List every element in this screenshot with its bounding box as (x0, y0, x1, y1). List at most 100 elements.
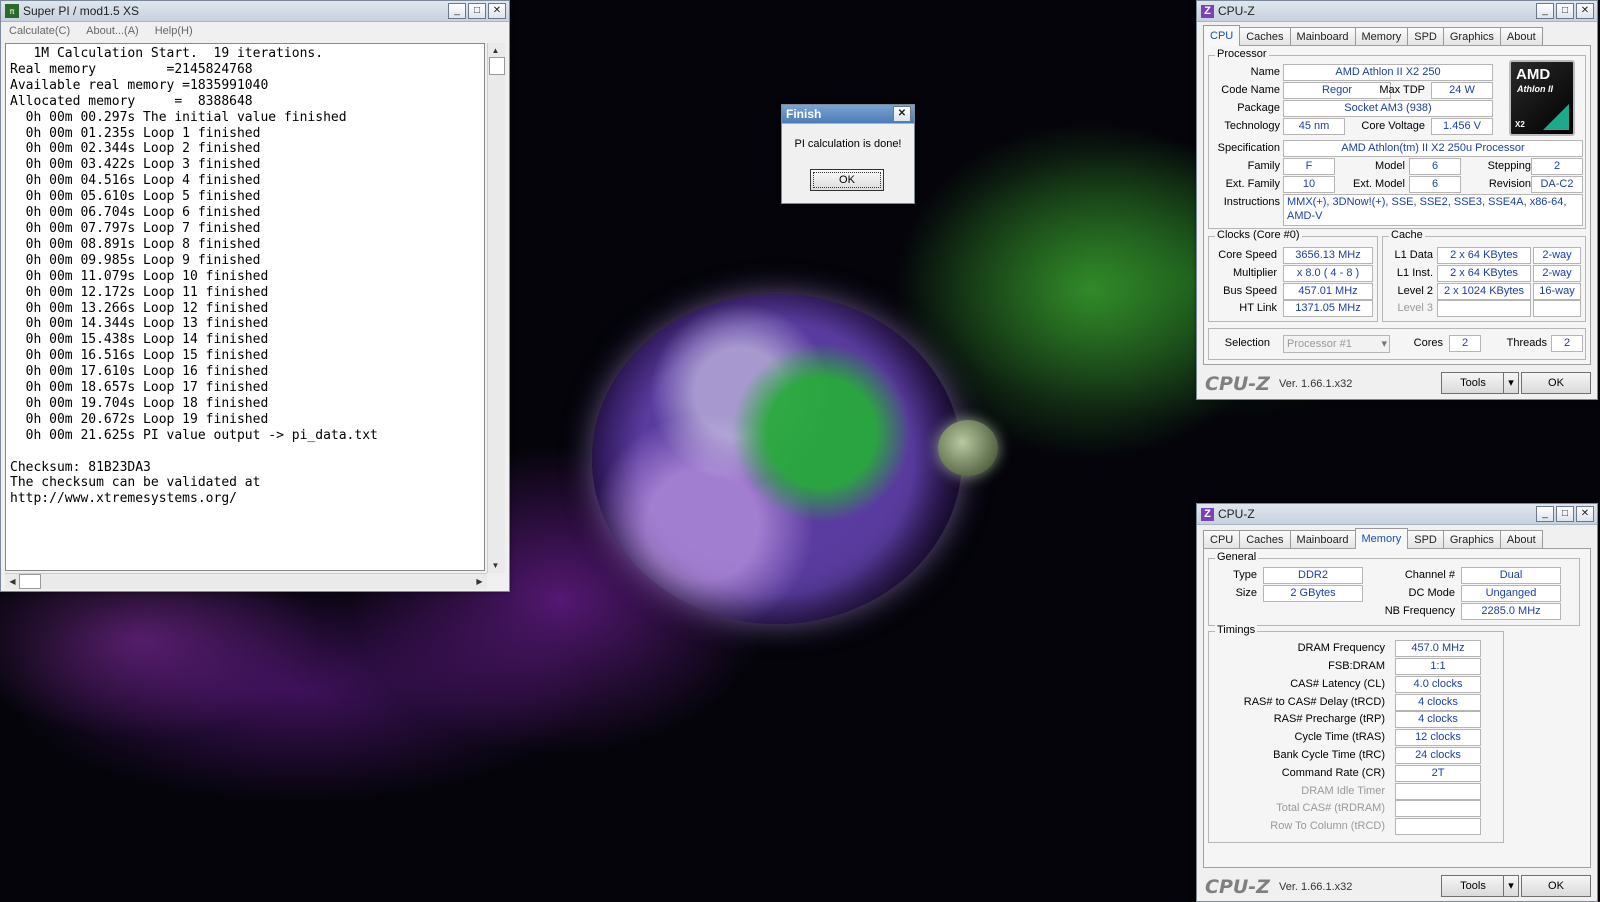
maximize-button[interactable]: □ (1556, 506, 1574, 522)
cpuz-titlebar[interactable]: Z CPU-Z _ □ ✕ (1197, 504, 1597, 525)
scroll-left-icon[interactable]: ◀ (5, 574, 20, 589)
tab-memory[interactable]: Memory (1354, 27, 1409, 46)
minimize-button[interactable]: _ (1536, 506, 1554, 522)
cpuz-titlebar[interactable]: Z CPU-Z _ □ ✕ (1197, 1, 1597, 22)
tab-caches[interactable]: Caches (1239, 27, 1291, 46)
console-line: 0h 00m 17.610s Loop 16 finished (10, 364, 269, 380)
tab-mainboard[interactable]: Mainboard (1289, 27, 1356, 46)
revision-label: Revision (1488, 178, 1531, 190)
finish-titlebar[interactable]: Finish ✕ (782, 105, 914, 124)
tab-graphics[interactable]: Graphics (1442, 27, 1501, 46)
row-to-column-value (1395, 818, 1481, 835)
l3-value (1437, 300, 1531, 317)
cpuz-version: Ver. 1.66.1.x32 (1279, 881, 1353, 893)
close-button[interactable]: ✕ (893, 106, 911, 122)
model-value: 6 (1409, 158, 1461, 175)
cpuz-cpu-window: Z CPU-Z _ □ ✕ CPU Caches Mainboard Memor… (1196, 0, 1598, 400)
timings-group: Timings DRAM Frequency 457.0 MHz FSB:DRA… (1208, 624, 1504, 843)
clocks-group: Clocks (Core #0) Core Speed 3656.13 MHz … (1208, 229, 1378, 322)
tab-about[interactable]: About (1499, 530, 1543, 549)
cpuz-title: CPU-Z (1218, 4, 1255, 18)
cpu-panel: Processor Name AMD Athlon II X2 250 Code… (1203, 45, 1591, 365)
scroll-thumb-horizontal[interactable] (19, 574, 41, 589)
selection-dropdown[interactable]: Processor #1 ▾ (1283, 335, 1390, 353)
spec-label: Specification (1217, 142, 1280, 154)
tab-memory[interactable]: Memory (1354, 528, 1409, 549)
console-line: 0h 00m 06.704s Loop 6 finished (10, 205, 261, 221)
menu-help[interactable]: Help(H) (155, 25, 193, 37)
horizontal-scrollbar[interactable]: ◀ ▶ (5, 573, 487, 589)
tab-caches[interactable]: Caches (1239, 530, 1291, 549)
tools-dropdown-icon[interactable]: ▾ (1503, 875, 1519, 897)
type-value: DDR2 (1263, 567, 1363, 584)
ok-button[interactable]: OK (1521, 372, 1591, 394)
scroll-thumb[interactable] (489, 57, 505, 75)
minimize-button[interactable]: _ (448, 3, 466, 19)
console-line: Allocated memory = 8388648 (10, 93, 253, 109)
ok-button[interactable]: OK (1521, 875, 1591, 897)
minimize-button[interactable]: _ (1536, 3, 1554, 19)
finish-dialog: Finish ✕ PI calculation is done! OK (781, 104, 915, 204)
maximize-button[interactable]: □ (468, 3, 486, 19)
console-line: 0h 00m 04.516s Loop 4 finished (10, 173, 261, 189)
model-label: Model (1375, 160, 1405, 172)
l1d-label: L1 Data (1394, 249, 1433, 261)
tab-about[interactable]: About (1499, 27, 1543, 46)
busspeed-value: 457.01 MHz (1283, 283, 1373, 300)
family-value: F (1283, 158, 1335, 175)
tools-dropdown-icon[interactable]: ▾ (1503, 372, 1519, 394)
name-label: Name (1250, 66, 1280, 78)
console-line: 0h 00m 05.610s Loop 5 finished (10, 189, 261, 205)
console-line: Checksum: 81B23DA3 (10, 459, 151, 475)
cpuz-tabs: CPU Caches Mainboard Memory SPD Graphics… (1203, 528, 1543, 549)
corespeed-label: Core Speed (1218, 249, 1277, 261)
menu-about[interactable]: About...(A) (86, 25, 139, 37)
menu-calculate[interactable]: Calculate(C) (9, 25, 70, 37)
close-button[interactable]: ✕ (1576, 506, 1594, 522)
tab-cpu[interactable]: CPU (1203, 530, 1241, 549)
superpi-menubar: Calculate(C) About...(A) Help(H) (1, 22, 509, 40)
ok-button[interactable]: OK (810, 169, 884, 191)
scroll-up-icon[interactable]: ▲ (488, 43, 503, 58)
console-line: 0h 00m 13.266s Loop 12 finished (10, 300, 269, 316)
console-line: 0h 00m 12.172s Loop 11 finished (10, 284, 269, 300)
fsb-dram-label: FSB:DRAM (1328, 660, 1385, 672)
codename-value: Regor (1283, 82, 1391, 99)
tools-button[interactable]: Tools (1441, 372, 1505, 394)
fsb-dram-value: 1:1 (1395, 658, 1481, 675)
package-value: Socket AM3 (938) (1283, 100, 1493, 117)
superpi-output[interactable]: 1M Calculation Start. 19 iterations. Real… (5, 43, 485, 571)
selection-label: Selection (1224, 337, 1270, 349)
superpi-app-icon: π (5, 4, 19, 18)
dram-frequency-value: 457.0 MHz (1395, 640, 1481, 657)
console-line: 0h 00m 00.297s The initial value finishe… (10, 109, 347, 125)
channel-label: Channel # (1404, 569, 1455, 581)
tab-mainboard[interactable]: Mainboard (1289, 530, 1356, 549)
technology-value: 45 nm (1283, 118, 1345, 135)
tab-spd[interactable]: SPD (1407, 27, 1444, 46)
tools-button[interactable]: Tools (1441, 875, 1505, 897)
nbfreq-label: NB Frequency (1384, 605, 1455, 617)
tab-graphics[interactable]: Graphics (1442, 530, 1501, 549)
console-line: 0h 00m 20.672s Loop 19 finished (10, 411, 269, 427)
type-label: Type (1233, 569, 1257, 581)
console-line: 0h 00m 15.438s Loop 14 finished (10, 332, 269, 348)
chevron-down-icon: ▾ (1381, 338, 1387, 350)
extfamily-label: Ext. Family (1225, 178, 1280, 190)
scroll-down-icon[interactable]: ▼ (488, 558, 503, 573)
superpi-titlebar[interactable]: π Super PI / mod1.5 XS _ □ ✕ (1, 1, 509, 22)
row-to-column-label: Row To Column (tRCD) (1270, 820, 1385, 832)
maxtdp-value: 24 W (1431, 82, 1493, 99)
close-button[interactable]: ✕ (488, 3, 506, 19)
spec-value: AMD Athlon(tm) II X2 250u Processor (1283, 140, 1583, 157)
vertical-scrollbar[interactable]: ▲ ▼ (487, 43, 505, 573)
htlink-label: HT Link (1239, 302, 1277, 314)
l3-way-value (1533, 300, 1581, 317)
console-line: 0h 00m 09.985s Loop 9 finished (10, 252, 261, 268)
tab-cpu[interactable]: CPU (1203, 25, 1241, 46)
tab-spd[interactable]: SPD (1407, 530, 1444, 549)
maximize-button[interactable]: □ (1556, 3, 1574, 19)
close-button[interactable]: ✕ (1576, 3, 1594, 19)
scroll-right-icon[interactable]: ▶ (472, 574, 487, 589)
